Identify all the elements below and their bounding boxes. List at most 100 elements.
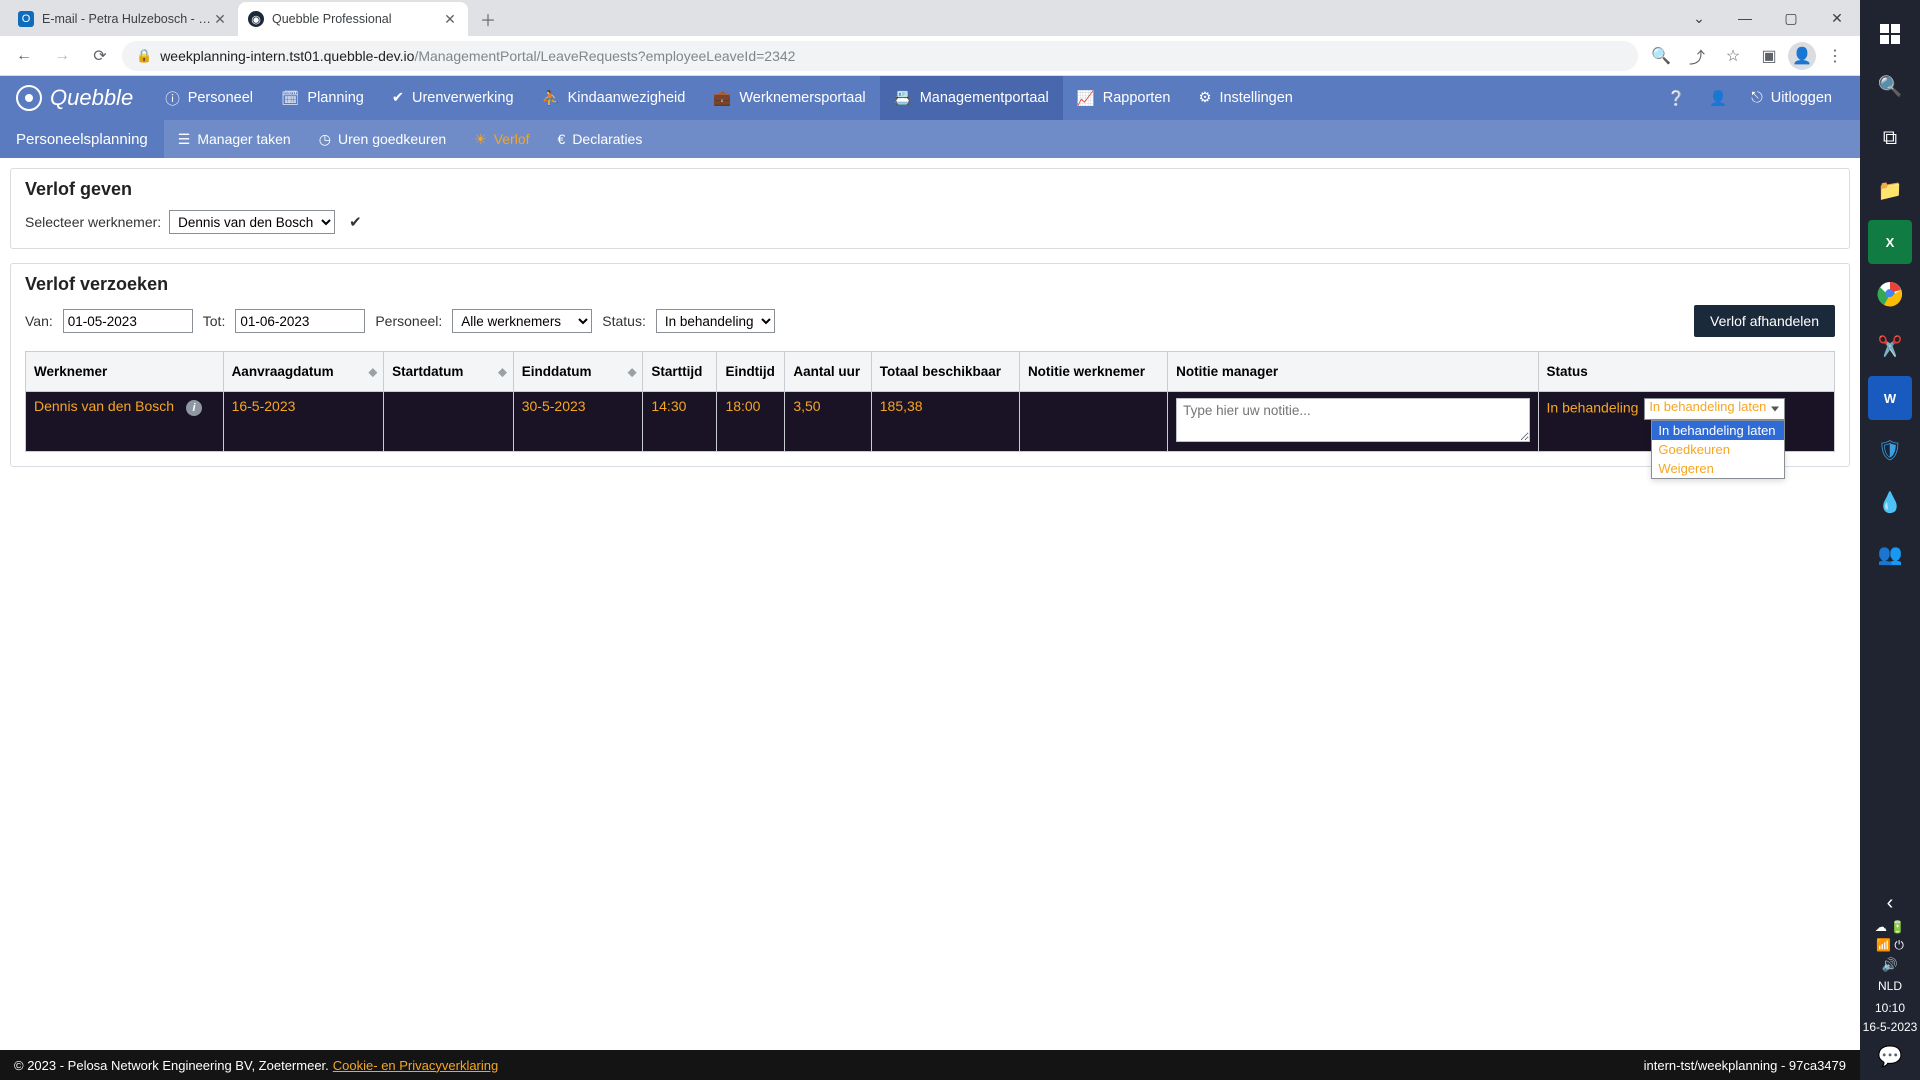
status-dropdown: In behandeling laten Goedkeuren Weigeren <box>1651 420 1785 479</box>
close-icon[interactable]: ✕ <box>442 11 458 27</box>
cell-starttijd: 14:30 <box>643 392 717 452</box>
th-werknemer[interactable]: Werknemer <box>26 352 224 392</box>
sub-nav-title: Personeelsplanning <box>0 120 164 158</box>
info-icon[interactable]: i <box>186 400 202 416</box>
sort-icon: ◆ <box>628 365 636 378</box>
label-personeel: Personeel: <box>375 313 442 329</box>
th-einddatum[interactable]: Einddatum◆ <box>513 352 643 392</box>
start-button[interactable] <box>1868 12 1912 56</box>
menu-icon[interactable]: ⋮ <box>1818 39 1852 73</box>
tab-search-icon[interactable]: ⌄ <box>1676 0 1722 36</box>
confirm-employee-button[interactable]: ✔ <box>349 213 362 231</box>
sidepanel-icon[interactable]: ▣ <box>1752 39 1786 73</box>
table-row: Dennis van den Bosch i 16-5-2023 30-5-20… <box>26 392 1835 452</box>
windows-taskbar: 🔍 ⧉ 📁 X ✂️ W 🛡 💧 👥 ‹ ☁ 🔋 📶 ⏻ 🔊 NLD 10:10… <box>1860 0 1920 1080</box>
th-totaal-beschikbaar: Totaal beschikbaar <box>871 352 1019 392</box>
lock-icon: 🔒 <box>136 48 152 64</box>
label-tot: Tot: <box>203 313 226 329</box>
excel-icon[interactable]: X <box>1868 220 1912 264</box>
child-icon: ⛹ <box>542 90 560 107</box>
close-window-button[interactable]: ✕ <box>1814 0 1860 36</box>
status-option-goedkeuren[interactable]: Goedkeuren <box>1652 440 1784 459</box>
close-icon[interactable]: ✕ <box>212 11 228 27</box>
security-icon[interactable]: 🛡 <box>1868 428 1912 472</box>
language-indicator[interactable]: NLD <box>1878 979 1902 993</box>
input-tot[interactable] <box>235 309 365 333</box>
maximize-button[interactable]: ▢ <box>1768 0 1814 36</box>
logout-button[interactable]: ⎋Uitloggen <box>1739 76 1844 120</box>
subnav-verlof[interactable]: ☀Verlof <box>460 120 543 158</box>
subnav-manager-taken[interactable]: ☰Manager taken <box>164 120 305 158</box>
select-employee[interactable]: Dennis van den Bosch <box>169 210 335 234</box>
reload-button[interactable]: ⟳ <box>84 40 116 72</box>
nav-planning[interactable]: 🗓Planning <box>267 76 378 120</box>
nav-managementportaal[interactable]: 📇Managementportaal <box>880 76 1063 120</box>
minimize-button[interactable]: ― <box>1722 0 1768 36</box>
status-select[interactable]: In behandeling laten <box>1644 398 1785 420</box>
th-aanvraagdatum[interactable]: Aanvraagdatum◆ <box>223 352 384 392</box>
teams-icon[interactable]: 👥 <box>1868 532 1912 576</box>
word-icon[interactable]: W <box>1868 376 1912 420</box>
footer-build-info: intern-tst/weekplanning - 97ca3479 <box>1644 1058 1846 1073</box>
outlook-icon: O <box>18 11 34 27</box>
paint-icon[interactable]: 💧 <box>1868 480 1912 524</box>
tab-title: E-mail - Petra Hulzebosch - Outl… <box>42 12 212 26</box>
share-icon[interactable]: ⤴ <box>1680 39 1714 73</box>
cell-aantal-uur: 3,50 <box>785 392 871 452</box>
new-tab-button[interactable]: ＋ <box>474 5 502 33</box>
status-option-weigeren[interactable]: Weigeren <box>1652 459 1784 478</box>
th-status: Status <box>1538 352 1834 392</box>
nav-urenverwerking[interactable]: ✔Urenverwerking <box>378 76 528 120</box>
input-van[interactable] <box>63 309 193 333</box>
bookmark-icon[interactable]: ☆ <box>1716 39 1750 73</box>
explorer-icon[interactable]: 📁 <box>1868 168 1912 212</box>
nav-werknemersportaal[interactable]: 💼Werknemersportaal <box>699 76 879 120</box>
status-option-in-behandeling[interactable]: In behandeling laten <box>1652 421 1784 440</box>
back-button[interactable]: ← <box>8 40 40 72</box>
user-button[interactable]: 👤 <box>1697 76 1739 120</box>
gear-icon: ⚙ <box>1198 90 1211 106</box>
help-button[interactable]: ❔ <box>1655 76 1697 120</box>
management-icon: 📇 <box>894 90 912 107</box>
logo-text: Quebble <box>50 85 133 111</box>
clock-date[interactable]: 16-5-2023 <box>1863 1020 1918 1036</box>
app-logo[interactable]: Quebble <box>16 85 133 111</box>
select-status-filter[interactable]: In behandeling <box>656 309 775 333</box>
tray-icons-2[interactable]: 📶 ⏻ <box>1876 938 1904 953</box>
sort-icon: ◆ <box>369 365 377 378</box>
nav-instellingen[interactable]: ⚙Instellingen <box>1184 76 1306 120</box>
report-icon: 📈 <box>1077 90 1095 107</box>
profile-icon[interactable]: 👤 <box>1788 42 1816 70</box>
notifications-icon[interactable]: 💬 <box>1868 1042 1912 1070</box>
nav-rapporten[interactable]: 📈Rapporten <box>1063 76 1185 120</box>
footer-privacy-link[interactable]: Cookie- en Privacyverklaring <box>333 1058 498 1073</box>
chrome-icon[interactable] <box>1868 272 1912 316</box>
heading-verlof-geven: Verlof geven <box>25 179 1835 200</box>
snip-icon[interactable]: ✂️ <box>1868 324 1912 368</box>
subnav-declaraties[interactable]: €Declaraties <box>544 120 657 158</box>
url-input[interactable]: 🔒 weekplanning-intern.tst01.quebble-dev.… <box>122 41 1638 71</box>
verlof-afhandelen-button[interactable]: Verlof afhandelen <box>1694 305 1835 337</box>
forward-button[interactable]: → <box>46 40 78 72</box>
th-startdatum[interactable]: Startdatum◆ <box>384 352 514 392</box>
browser-address-bar: ← → ⟳ 🔒 weekplanning-intern.tst01.quebbl… <box>0 36 1860 76</box>
nav-kindaanwezigheid[interactable]: ⛹Kindaanwezigheid <box>528 76 700 120</box>
browser-tab-quebble[interactable]: ◉ Quebble Professional ✕ <box>238 2 468 36</box>
subnav-uren-goedkeuren[interactable]: ◷Uren goedkeuren <box>305 120 460 158</box>
th-aantal-uur: Aantal uur <box>785 352 871 392</box>
nav-personeel[interactable]: ⓘPersoneel <box>151 76 267 120</box>
label-select-employee: Selecteer werknemer: <box>25 214 161 230</box>
tray-icons[interactable]: ☁ 🔋 <box>1875 920 1905 934</box>
chevron-left-icon[interactable]: ‹ <box>1868 892 1912 916</box>
select-personeel[interactable]: Alle werknemers <box>452 309 592 333</box>
browser-tab-outlook[interactable]: O E-mail - Petra Hulzebosch - Outl… ✕ <box>8 2 238 36</box>
check-icon: ✔ <box>392 90 404 106</box>
clock-time[interactable]: 10:10 <box>1875 1001 1905 1017</box>
search-icon[interactable]: 🔍 <box>1868 64 1912 108</box>
cell-startdatum <box>384 392 514 452</box>
zoom-icon[interactable]: 🔍 <box>1644 39 1678 73</box>
task-view-icon[interactable]: ⧉ <box>1868 116 1912 160</box>
cell-status: In behandeling In behandeling laten In b… <box>1538 392 1834 452</box>
volume-icon[interactable]: 🔊 <box>1882 957 1898 973</box>
notitie-manager-input[interactable] <box>1176 398 1529 442</box>
